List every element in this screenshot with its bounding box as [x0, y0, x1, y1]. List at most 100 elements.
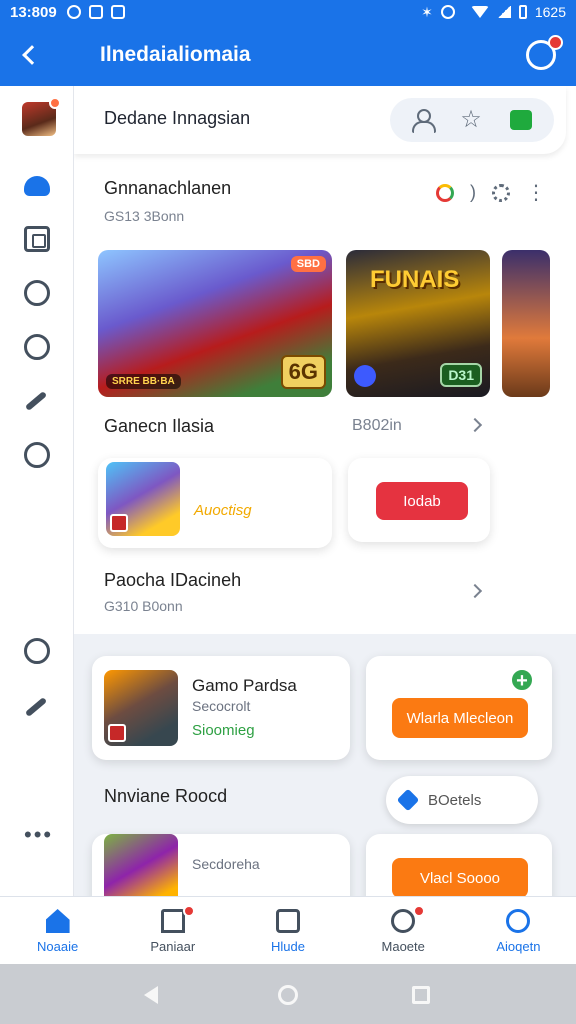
google-icon[interactable] [436, 183, 454, 202]
search-location-icon[interactable] [24, 442, 50, 468]
notification-dot [182, 905, 195, 917]
person-icon[interactable] [412, 109, 437, 133]
status-right-text: 1625 [534, 4, 566, 20]
game-tile-label: Auoctisg [194, 502, 252, 519]
image-icon [88, 5, 103, 19]
filter-chip-label: BOetels [428, 791, 482, 809]
avatar[interactable] [22, 97, 61, 136]
game-card-2[interactable]: Secdoreha [92, 834, 350, 896]
game-card-subtitle: Secocrolt [192, 698, 251, 714]
nav-label: Paniaar [150, 939, 196, 954]
profile-card: Dedane Innagsian ☆ [74, 86, 566, 154]
bottom-navigation: Noaaie Paniaar Hlude Maoete Aioqetn [0, 896, 576, 964]
nav-label: Noaaie [37, 939, 79, 954]
featured-title: Gnnanachlanen [104, 178, 232, 198]
vibrate-icon [440, 5, 455, 19]
play-icon [354, 365, 376, 387]
game-card2-button[interactable]: Vlacl Soooo [392, 858, 528, 896]
chat-bubble-icon[interactable] [24, 334, 50, 360]
banner-level-badge: 6G [280, 355, 326, 389]
game-thumbnail [104, 670, 178, 746]
photo-icon[interactable] [24, 226, 50, 252]
avatar-badge [49, 97, 61, 109]
cloud-icon[interactable] [24, 176, 50, 196]
bug-icon[interactable] [24, 280, 50, 306]
navigation-rail: ••• [0, 86, 74, 896]
system-back-icon[interactable] [144, 986, 158, 1004]
store-icon [160, 909, 185, 933]
settings-icon[interactable] [492, 183, 510, 202]
profile-icon [506, 909, 531, 933]
clock-icon [391, 909, 416, 933]
banner-score: D31 [440, 363, 482, 387]
section2-link[interactable]: B802in [352, 417, 402, 435]
nav-item-profile[interactable]: Aioqetn [461, 897, 576, 964]
chat-icon[interactable] [509, 110, 532, 130]
system-home-icon[interactable] [278, 985, 298, 1005]
home-icon [45, 909, 70, 933]
nav-label: Aioqetn [496, 939, 541, 954]
game-card-title: Gamo Pardsa [192, 676, 297, 695]
notification-dot [548, 35, 563, 50]
section3-subtitle: G310 B0onn [104, 598, 183, 614]
app-bar: Ilnedaialiomaia [0, 24, 576, 86]
featured-banner-funais[interactable]: FUNAIS D31 [346, 250, 490, 397]
nav-item-home[interactable]: Noaaie [0, 897, 115, 964]
game-card2-subtitle: Secdoreha [192, 856, 260, 872]
battery-icon [518, 5, 527, 19]
bluetooth-icon: ✶ [421, 3, 433, 20]
nav-label: Maoete [381, 939, 425, 954]
action-tile: Iodab [348, 458, 490, 542]
system-recents-icon[interactable] [412, 986, 430, 1004]
profile-toolbar: ☆ [390, 98, 554, 142]
featured-banner-sunset[interactable] [502, 250, 550, 397]
timer-icon[interactable] [24, 638, 50, 664]
game-card-button[interactable]: Wlarla Mlecleon [392, 698, 528, 738]
mini-icon [108, 724, 126, 742]
location-icon [66, 5, 81, 19]
wrench-icon[interactable] [24, 390, 48, 412]
game-tile[interactable]: Auoctisg [98, 458, 332, 548]
nav-label: Hlude [271, 939, 305, 954]
back-button[interactable] [0, 24, 58, 86]
bag-icon [276, 909, 300, 933]
featured-banner-hero[interactable]: SBD SRRE BB·BA 6G [98, 250, 332, 397]
game-card-action: Wlarla Mlecleon + [366, 656, 552, 760]
game-thumbnail [104, 834, 178, 896]
tile-button[interactable]: Iodab [376, 482, 468, 520]
main-content: Dedane Innagsian ☆ Gnnanachlanen GS13 3B… [74, 86, 576, 896]
filter-chip[interactable]: BOetels [386, 776, 538, 824]
system-navigation-bar [0, 964, 576, 1024]
share-icon[interactable] [24, 696, 48, 718]
wifi-icon [470, 6, 489, 18]
add-icon[interactable]: + [510, 668, 534, 692]
banner-logo: FUNAIS [370, 266, 460, 293]
game-card-status: Sioomieg [192, 722, 255, 739]
nav-item-bag[interactable]: Hlude [230, 897, 345, 964]
star-icon[interactable]: ☆ [460, 108, 482, 132]
section3-title: Paocha IDacineh [104, 570, 242, 590]
sound-icon[interactable]: ) [470, 182, 476, 203]
banner-top-tag: SBD [290, 256, 326, 272]
more-vert-icon[interactable]: ⋮ [526, 183, 546, 203]
mini-icon [110, 514, 128, 532]
notification-dot [413, 905, 426, 917]
featured-subtitle: GS13 3Bonn [104, 208, 185, 224]
nav-item-store[interactable]: Paniaar [115, 897, 230, 964]
game-card2-action: Vlacl Soooo [366, 834, 552, 896]
section4-title: Nnviane Roocd [104, 786, 228, 806]
account-button[interactable] [526, 35, 563, 70]
app-bar-title: Ilnedaialiomaia [100, 43, 251, 66]
more-icon[interactable]: ••• [24, 822, 54, 848]
signal-icon [496, 6, 511, 18]
game-card[interactable]: Gamo Pardsa Secocrolt Sioomieg [92, 656, 350, 760]
featured-actions: ) ⋮ [436, 182, 546, 203]
section2-title: Ganecn Ilasia [104, 416, 215, 436]
nav-item-activity[interactable]: Maoete [346, 897, 461, 964]
back-arrow-icon [22, 45, 42, 65]
banner-bottom-tag: SRRE BB·BA [106, 374, 181, 389]
status-time: 13:809 [10, 3, 57, 21]
diamond-icon [396, 788, 420, 812]
game-thumbnail [106, 462, 180, 536]
status-bar: 13:809 ✶ 1625 [0, 0, 576, 24]
